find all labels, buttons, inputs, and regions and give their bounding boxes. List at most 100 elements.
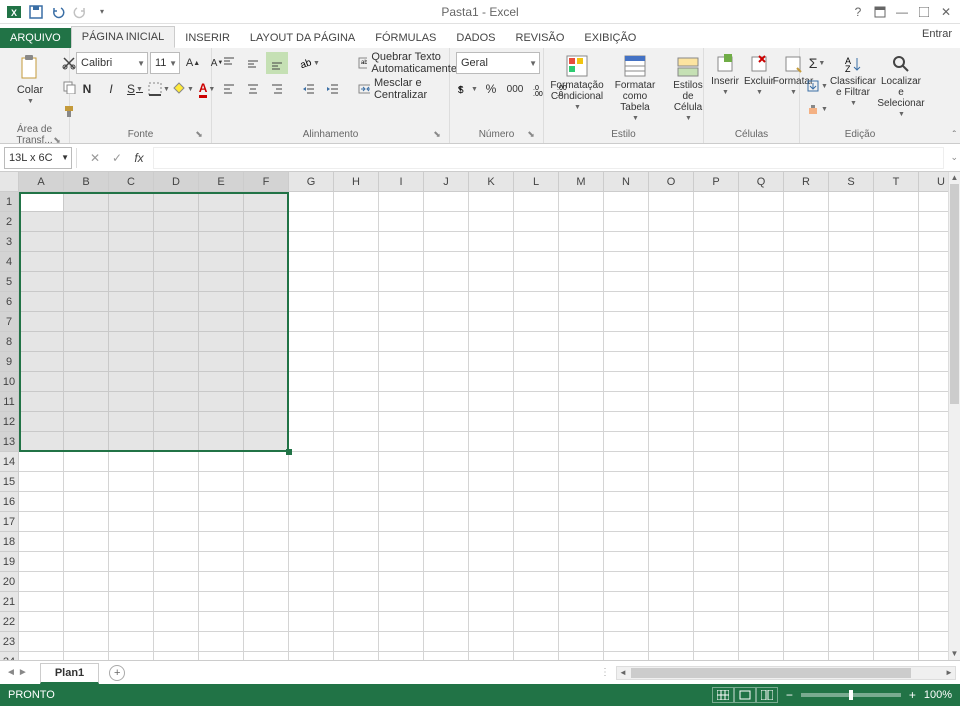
cell[interactable] [514, 272, 559, 292]
cell[interactable] [469, 652, 514, 660]
cell[interactable] [19, 412, 64, 432]
cell[interactable] [649, 212, 694, 232]
cell[interactable] [604, 192, 649, 212]
cell[interactable] [379, 412, 424, 432]
font-size-combo[interactable]: 11▼ [150, 52, 180, 74]
sort-filter-button[interactable]: AZ Classificar e Filtrar▼ [832, 52, 874, 109]
cell[interactable] [874, 612, 919, 632]
cell[interactable] [19, 452, 64, 472]
cell[interactable] [64, 452, 109, 472]
cell[interactable] [559, 472, 604, 492]
cell[interactable] [829, 412, 874, 432]
cell[interactable] [109, 532, 154, 552]
column-header[interactable]: I [379, 172, 424, 192]
cell[interactable] [424, 652, 469, 660]
cell[interactable] [559, 452, 604, 472]
cell[interactable] [739, 412, 784, 432]
redo-icon[interactable] [70, 2, 90, 22]
cell[interactable] [19, 332, 64, 352]
cell[interactable] [379, 492, 424, 512]
fx-icon[interactable]: fx [129, 148, 149, 168]
cell[interactable] [604, 392, 649, 412]
cell[interactable] [829, 492, 874, 512]
cell[interactable] [289, 472, 334, 492]
cell[interactable] [64, 592, 109, 612]
cell[interactable] [109, 412, 154, 432]
cell[interactable] [559, 492, 604, 512]
cell[interactable] [379, 292, 424, 312]
cell[interactable] [604, 272, 649, 292]
cell[interactable] [829, 452, 874, 472]
cell[interactable] [154, 492, 199, 512]
row-header[interactable]: 1 [0, 192, 19, 212]
cell[interactable] [154, 612, 199, 632]
cell[interactable] [784, 292, 829, 312]
cell[interactable] [19, 492, 64, 512]
cell[interactable] [739, 552, 784, 572]
font-name-combo[interactable]: Calibri▼ [76, 52, 148, 74]
launcher-icon[interactable]: ⬊ [193, 129, 205, 141]
cell[interactable] [469, 552, 514, 572]
cell[interactable] [604, 352, 649, 372]
cell[interactable] [559, 432, 604, 452]
cell[interactable] [19, 572, 64, 592]
cell[interactable] [829, 232, 874, 252]
cell[interactable] [739, 452, 784, 472]
cell[interactable] [469, 632, 514, 652]
cell[interactable] [694, 612, 739, 632]
cell[interactable] [154, 412, 199, 432]
align-top-icon[interactable] [218, 52, 240, 74]
cell[interactable] [469, 272, 514, 292]
comma-icon[interactable]: 000 [504, 78, 526, 100]
cell[interactable] [379, 372, 424, 392]
cell[interactable] [874, 572, 919, 592]
sheet-nav-next-icon[interactable]: ► [18, 667, 28, 678]
column-header[interactable]: K [469, 172, 514, 192]
cell[interactable] [379, 232, 424, 252]
cell[interactable] [289, 312, 334, 332]
cell[interactable] [424, 632, 469, 652]
cell[interactable] [379, 352, 424, 372]
cell[interactable] [424, 332, 469, 352]
cell[interactable] [559, 612, 604, 632]
scroll-left-icon[interactable]: ◄ [617, 668, 629, 677]
cell[interactable] [784, 572, 829, 592]
cell[interactable] [199, 532, 244, 552]
cell[interactable] [469, 192, 514, 212]
autosum-icon[interactable]: Σ▼ [806, 52, 828, 74]
enter-formula-icon[interactable]: ✓ [107, 148, 127, 168]
cell[interactable] [649, 532, 694, 552]
cell[interactable] [64, 572, 109, 592]
zoom-out-icon[interactable]: − [786, 688, 793, 702]
cell[interactable] [379, 592, 424, 612]
cell[interactable] [64, 272, 109, 292]
cell[interactable] [469, 612, 514, 632]
cell[interactable] [334, 652, 379, 660]
column-header[interactable]: T [874, 172, 919, 192]
clear-icon[interactable]: ▼ [806, 98, 828, 120]
cell[interactable] [334, 552, 379, 572]
cell[interactable] [829, 252, 874, 272]
cell[interactable] [649, 592, 694, 612]
column-header[interactable]: C [109, 172, 154, 192]
row-header[interactable]: 6 [0, 292, 19, 312]
cell[interactable] [649, 552, 694, 572]
cell[interactable] [559, 572, 604, 592]
column-header[interactable]: S [829, 172, 874, 192]
cell[interactable] [559, 532, 604, 552]
cell[interactable] [784, 452, 829, 472]
cell[interactable] [154, 432, 199, 452]
cell[interactable] [649, 312, 694, 332]
cell[interactable] [559, 552, 604, 572]
cell[interactable] [64, 312, 109, 332]
cell[interactable] [109, 372, 154, 392]
cell[interactable] [334, 532, 379, 552]
cell[interactable] [559, 412, 604, 432]
cell[interactable] [604, 332, 649, 352]
column-header[interactable]: D [154, 172, 199, 192]
zoom-in-icon[interactable]: + [909, 688, 916, 702]
cell[interactable] [244, 572, 289, 592]
cell[interactable] [514, 332, 559, 352]
cell[interactable] [739, 572, 784, 592]
cell[interactable] [424, 372, 469, 392]
